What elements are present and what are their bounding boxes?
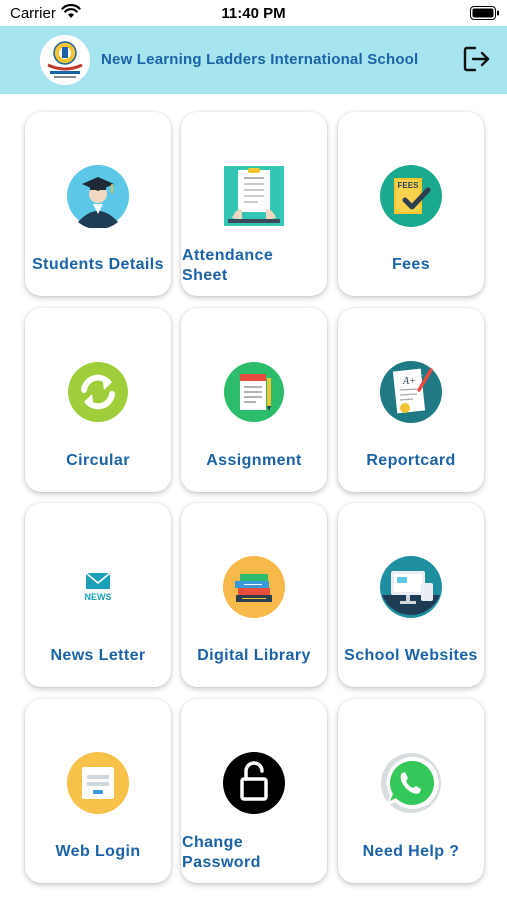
tile-label: Web Login xyxy=(55,843,141,860)
tile-label: Reportcard xyxy=(366,452,456,469)
school-logo xyxy=(40,35,90,85)
assignment-icon xyxy=(224,362,284,422)
tile-label: Attendance Sheet xyxy=(182,247,274,284)
reportcard-icon: A+ xyxy=(380,361,442,423)
tile-label: Digital Library xyxy=(197,647,311,664)
fees-icon: FEES xyxy=(380,165,442,227)
tile-school-websites[interactable]: School Websites xyxy=(338,503,484,687)
tile-label: School Websites xyxy=(344,647,478,664)
menu-grid: Students Details Attendance Sheet FEES F… xyxy=(0,94,507,900)
books-icon xyxy=(223,556,285,618)
lock-icon xyxy=(223,752,285,814)
tile-label: Fees xyxy=(391,256,431,273)
tile-label: Students Details xyxy=(32,256,164,273)
tile-label: Need Help ? xyxy=(362,843,460,860)
logout-icon[interactable] xyxy=(463,46,491,72)
tile-students-details[interactable]: Students Details xyxy=(25,112,171,296)
news-icon: NEWS xyxy=(85,572,112,602)
tile-attendance-sheet[interactable]: Attendance Sheet xyxy=(181,112,327,296)
battery-icon xyxy=(470,6,499,20)
tile-label: Circular xyxy=(66,452,130,469)
school-name-title: New Learning Ladders International Schoo… xyxy=(101,51,419,68)
attendance-icon xyxy=(224,166,284,226)
tile-news-letter[interactable]: NEWS News Letter xyxy=(25,503,171,687)
tile-label: News Letter xyxy=(50,647,146,664)
grade-text: A+ xyxy=(402,376,416,387)
tile-reportcard[interactable]: A+ Reportcard xyxy=(338,308,484,492)
student-icon xyxy=(67,165,129,228)
tile-need-help[interactable]: Need Help ? xyxy=(338,699,484,883)
tile-label: Change Password xyxy=(182,834,261,871)
news-icon-text: NEWS xyxy=(85,592,112,602)
tile-circular[interactable]: Circular xyxy=(25,308,171,492)
status-bar: Carrier 11:40 PM xyxy=(0,0,507,26)
tile-digital-library[interactable]: Digital Library xyxy=(181,503,327,687)
tile-web-login[interactable]: Web Login xyxy=(25,699,171,883)
fees-icon-text: FEES xyxy=(398,181,420,190)
tile-label: Assignment xyxy=(206,452,302,469)
tile-change-password[interactable]: Change Password xyxy=(181,699,327,883)
status-time: 11:40 PM xyxy=(221,5,286,22)
tile-assignment[interactable]: Assignment xyxy=(181,308,327,492)
monitor-icon xyxy=(380,556,442,618)
whatsapp-icon xyxy=(381,753,441,813)
app-header: New Learning Ladders International Schoo… xyxy=(0,26,507,94)
web-login-icon xyxy=(67,752,129,814)
tile-fees[interactable]: FEES Fees xyxy=(338,112,484,296)
refresh-icon xyxy=(68,362,128,422)
